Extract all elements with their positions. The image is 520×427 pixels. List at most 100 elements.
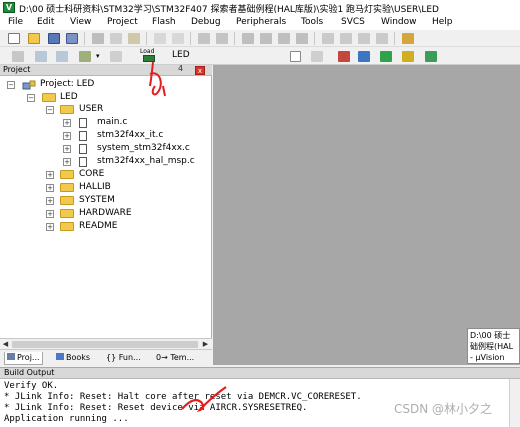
unindent-icon[interactable] [340,33,352,44]
software-components-icon[interactable] [425,51,437,62]
comment-icon[interactable] [358,33,370,44]
save-all-icon[interactable] [66,33,78,44]
expand-icon[interactable]: + [46,223,54,231]
tree-group-core[interactable]: + CORE [0,169,210,181]
batch-build-icon[interactable] [79,51,91,62]
expand-icon[interactable]: + [63,158,71,166]
bookmark-next-icon[interactable] [278,33,290,44]
undo-icon[interactable] [154,33,166,44]
group-label: HALLIB [79,182,111,192]
redo-icon[interactable] [172,33,184,44]
target-select[interactable]: LED [172,50,190,60]
menu-tools[interactable]: Tools [301,17,323,27]
output-vertical-scrollbar[interactable] [509,379,520,427]
expand-icon[interactable]: + [46,184,54,192]
build-output-header: Build Output [0,367,520,379]
navigate-back-icon[interactable] [198,33,210,44]
tab-functions[interactable]: {} Fun... [104,352,143,365]
scroll-left-icon[interactable]: ◀ [1,340,10,349]
tab-project[interactable]: Proj... [4,352,43,365]
pack-installer-icon[interactable] [380,51,392,62]
file-label: stm32f4xx_hal_msp.c [97,156,195,166]
tree-group-user[interactable]: − USER [0,104,210,116]
file-extensions-icon[interactable] [338,51,350,62]
scroll-thumb[interactable] [12,341,198,348]
menu-window[interactable]: Window [381,17,417,27]
paste-icon[interactable] [128,33,140,44]
pin-icon[interactable]: 4 [178,64,183,73]
navigate-forward-icon[interactable] [216,33,228,44]
expand-icon[interactable]: + [46,210,54,218]
tooltip-line: - µVision [470,353,505,362]
standard-toolbar [0,30,520,47]
menu-bar: File Edit View Project Flash Debug Perip… [0,16,520,30]
rebuild-icon[interactable] [56,51,68,62]
chevron-down-icon[interactable]: ▾ [96,52,100,60]
stop-build-icon[interactable] [110,51,122,62]
find-in-files-icon[interactable] [402,33,414,44]
uncomment-icon[interactable] [376,33,388,44]
collapse-icon[interactable]: − [7,81,15,89]
tree-target-led[interactable]: − LED [0,92,210,104]
expand-icon[interactable]: + [63,132,71,140]
expand-icon[interactable]: + [46,171,54,179]
cut-icon[interactable] [92,33,104,44]
tree-project-root[interactable]: − Project: LED [0,79,210,91]
window-tooltip: D:\00 硕士 础例程(HAL - µVision [467,328,520,364]
menu-help[interactable]: Help [432,17,453,27]
watermark: CSDN @林小夕之 [394,402,493,416]
tree-file[interactable]: + system_stm32f4xx.c [0,143,210,155]
folder-icon [60,196,74,205]
menu-svcs[interactable]: SVCS [341,17,365,27]
tab-templates[interactable]: 0→ Tem... [154,352,196,365]
build-toolbar: ▾ Load LED [0,47,520,65]
menu-peripherals[interactable]: Peripherals [236,17,286,27]
tree-group-hardware[interactable]: + HARDWARE [0,208,210,220]
new-file-icon[interactable] [8,33,20,44]
tree-group-readme[interactable]: + README [0,221,210,233]
copy-icon[interactable] [110,33,122,44]
build-output-title: Build Output [4,368,55,377]
separator [84,32,85,45]
scroll-right-icon[interactable]: ▶ [201,340,210,349]
build-icon[interactable] [35,51,47,62]
menu-project[interactable]: Project [107,17,138,27]
folder-icon [60,222,74,231]
menu-view[interactable]: View [70,17,91,27]
indent-icon[interactable] [322,33,334,44]
expand-icon[interactable]: + [63,145,71,153]
bookmark-clear-icon[interactable] [296,33,308,44]
options-for-target-icon[interactable] [311,51,323,62]
bookmark-prev-icon[interactable] [260,33,272,44]
open-folder-icon[interactable] [28,33,40,44]
target-dropdown-icon[interactable] [290,51,301,62]
tree-file[interactable]: + stm32f4xx_it.c [0,130,210,142]
group-label: CORE [79,169,105,179]
menu-flash[interactable]: Flash [152,17,176,27]
collapse-icon[interactable]: − [27,94,35,102]
tab-books[interactable]: Books [54,352,92,365]
horizontal-scrollbar[interactable]: ◀ ▶ [0,338,212,349]
menu-debug[interactable]: Debug [191,17,221,27]
expand-icon[interactable]: + [63,119,71,127]
tree-file[interactable]: + main.c [0,117,210,129]
tab-project-label: Proj... [17,353,40,362]
folder-icon [60,209,74,218]
manage-runtime-icon[interactable] [358,51,370,62]
expand-icon[interactable]: + [46,197,54,205]
bookmark-insert-icon[interactable] [242,33,254,44]
tree-group-hallib[interactable]: + HALLIB [0,182,210,194]
menu-file[interactable]: File [8,17,23,27]
translate-icon[interactable] [12,51,24,62]
select-packs-icon[interactable] [402,51,414,62]
collapse-icon[interactable]: − [46,106,54,114]
editor-area[interactable] [213,65,520,365]
menu-edit[interactable]: Edit [37,17,54,27]
tree-group-system[interactable]: + SYSTEM [0,195,210,207]
load-button[interactable]: Load [138,49,160,63]
close-icon[interactable]: x [195,66,205,75]
save-icon[interactable] [48,33,60,44]
file-icon [79,131,87,141]
tree-file[interactable]: + stm32f4xx_hal_msp.c [0,156,210,168]
tooltip-line: D:\00 硕士 [470,331,511,340]
